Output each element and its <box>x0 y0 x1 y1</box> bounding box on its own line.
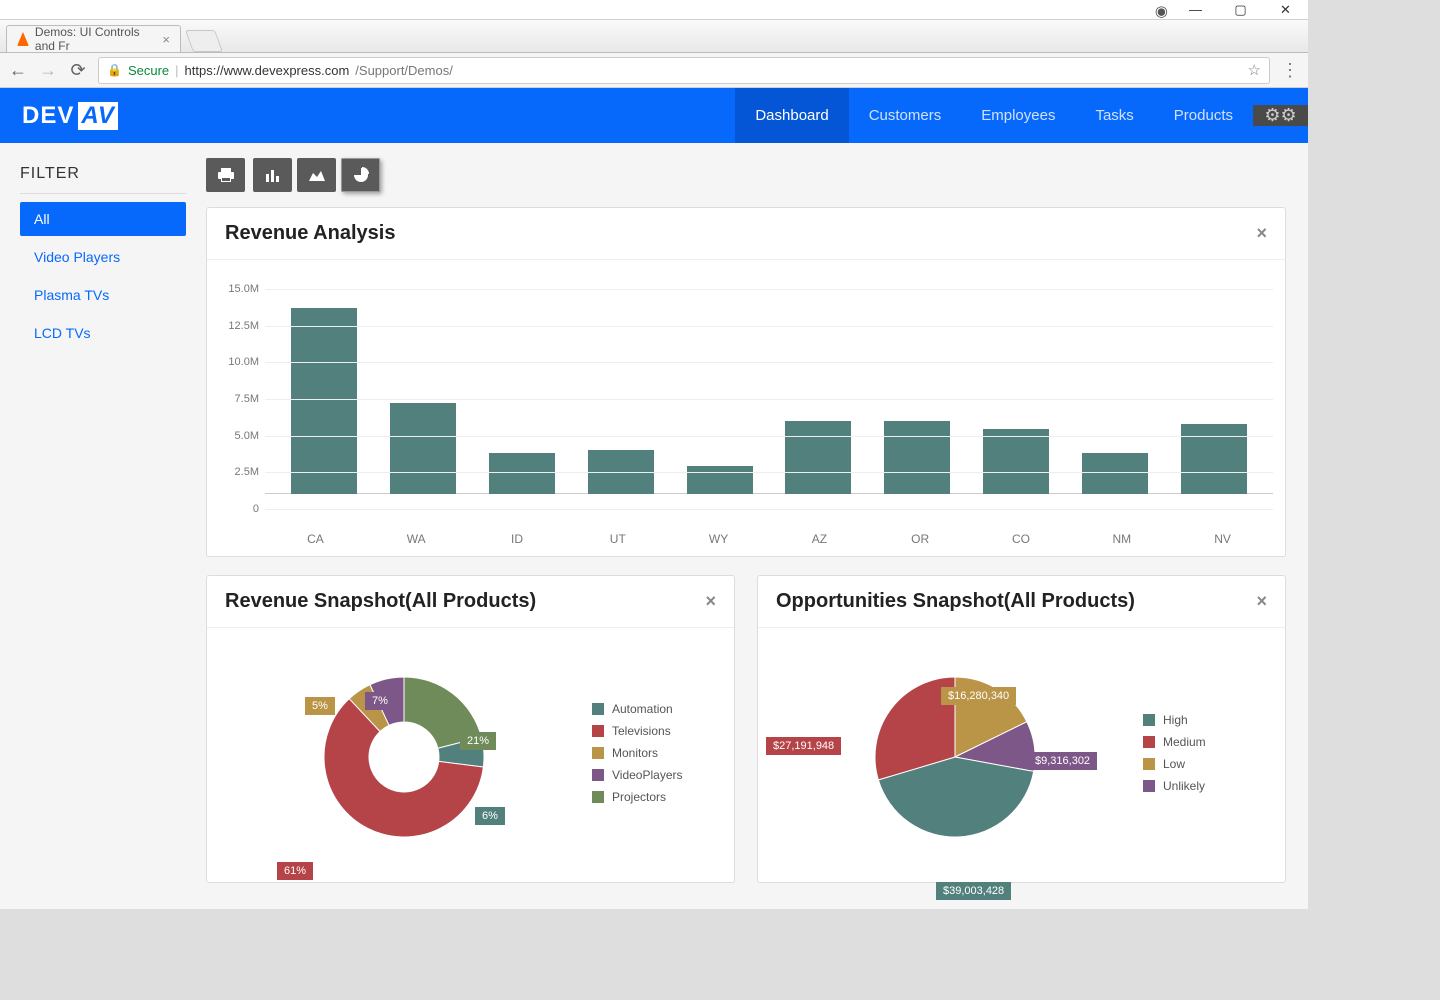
callout: $39,003,428 <box>936 882 1011 900</box>
nav-tasks[interactable]: Tasks <box>1075 88 1153 143</box>
pie-chart-icon <box>353 167 369 183</box>
bar-chart-icon <box>265 168 281 182</box>
top-nav: DashboardCustomersEmployeesTasksProducts <box>735 88 1253 143</box>
revenue-analysis-panel: Revenue Analysis × 02.5M5.0M7.5M10.0M12.… <box>206 207 1286 557</box>
close-window-button[interactable]: ✕ <box>1263 0 1308 20</box>
bar-wy <box>687 466 753 494</box>
callout: 7% <box>365 692 395 710</box>
panel-close-icon[interactable]: × <box>705 591 716 612</box>
secure-label: Secure <box>128 63 169 78</box>
donut-legend: AutomationTelevisionsMonitorsVideoPlayer… <box>592 702 722 812</box>
pie-chart-button[interactable] <box>341 158 380 192</box>
minimize-button[interactable]: — <box>1173 0 1218 20</box>
callout: $27,191,948 <box>766 737 841 755</box>
window-titlebar: ◉ — ▢ ✕ <box>0 0 1308 20</box>
address-bar: ← → ⟳ 🔒 Secure | https://www.devexpress.… <box>0 53 1308 88</box>
sidebar: FILTER All Video Players Plasma TVs LCD TVs <box>0 143 206 909</box>
browser-tab-strip: Demos: UI Controls and Fr × <box>0 20 1308 53</box>
favicon-icon <box>17 32 29 46</box>
filter-heading: FILTER <box>20 165 186 194</box>
maximize-button[interactable]: ▢ <box>1218 0 1263 20</box>
back-button[interactable]: ← <box>8 60 28 81</box>
nav-customers[interactable]: Customers <box>849 88 962 143</box>
omnibox[interactable]: 🔒 Secure | https://www.devexpress.com/Su… <box>98 57 1270 84</box>
nav-dashboard[interactable]: Dashboard <box>735 88 848 143</box>
new-tab-button[interactable] <box>185 30 223 52</box>
filter-all[interactable]: All <box>20 202 186 236</box>
url-path: /Support/Demos/ <box>355 63 453 78</box>
panel-title: Opportunities Snapshot(All Products) <box>776 590 1135 613</box>
revenue-snapshot-panel: Revenue Snapshot(All Products) × 21% 6% 61… <box>206 575 735 883</box>
callout: 61% <box>277 862 313 880</box>
bookmark-star-icon[interactable]: ☆ <box>1248 61 1261 79</box>
lock-icon: 🔒 <box>107 63 122 77</box>
tab-close-icon[interactable]: × <box>162 32 170 47</box>
reload-button[interactable]: ⟳ <box>68 60 88 81</box>
print-icon <box>217 167 235 183</box>
opportunities-snapshot-panel: Opportunities Snapshot(All Products) × $… <box>757 575 1286 883</box>
callout: 21% <box>460 732 496 750</box>
filter-list: All Video Players Plasma TVs LCD TVs <box>20 202 186 350</box>
bar-or <box>884 421 950 494</box>
bar-ca <box>291 308 357 494</box>
filter-lcd-tvs[interactable]: LCD TVs <box>20 316 186 350</box>
callout: $9,316,302 <box>1028 752 1097 770</box>
forward-button[interactable]: → <box>38 60 58 81</box>
callout: 5% <box>305 697 335 715</box>
revenue-bar-chart: 02.5M5.0M7.5M10.0M12.5M15.0M <box>215 274 1273 524</box>
browser-menu-icon[interactable]: ⋮ <box>1280 60 1300 81</box>
panel-title: Revenue Analysis <box>225 222 395 245</box>
nav-employees[interactable]: Employees <box>961 88 1075 143</box>
url-host: https://www.devexpress.com <box>185 63 350 78</box>
filter-plasma-tvs[interactable]: Plasma TVs <box>20 278 186 312</box>
area-chart-icon <box>308 168 326 182</box>
revenue-donut-chart: 21%6%61%5%7% <box>215 677 592 837</box>
main-area: Revenue Analysis × 02.5M5.0M7.5M10.0M12.… <box>206 143 1308 909</box>
app-header: DEVAV DashboardCustomersEmployeesTasksPr… <box>0 88 1308 143</box>
filter-video-players[interactable]: Video Players <box>20 240 186 274</box>
tab-title: Demos: UI Controls and Fr <box>35 25 156 53</box>
bar-chart-button[interactable] <box>253 158 292 192</box>
panel-close-icon[interactable]: × <box>1256 591 1267 612</box>
pie-legend: HighMediumLowUnlikely <box>1143 713 1273 801</box>
chart-toolbar <box>206 158 1286 192</box>
panel-title: Revenue Snapshot(All Products) <box>225 590 536 613</box>
opportunities-pie-chart: $16,280,340$9,316,302$39,003,428$27,191,… <box>766 677 1143 837</box>
bar-id <box>489 453 555 494</box>
panel-close-icon[interactable]: × <box>1256 223 1267 244</box>
bar-nv <box>1181 424 1247 494</box>
area-chart-button[interactable] <box>297 158 336 192</box>
callout: $16,280,340 <box>941 687 1016 705</box>
browser-tab[interactable]: Demos: UI Controls and Fr × <box>6 25 181 52</box>
bar-wa <box>390 403 456 494</box>
bar-nm <box>1082 453 1148 494</box>
nav-products[interactable]: Products <box>1154 88 1253 143</box>
callout: 6% <box>475 807 505 825</box>
print-button[interactable] <box>206 158 245 192</box>
profile-icon[interactable]: ◉ <box>1155 2 1168 20</box>
bar-co <box>983 429 1049 494</box>
settings-gear-icon[interactable]: ⚙⚙ <box>1253 105 1308 126</box>
app-logo: DEVAV <box>22 102 118 130</box>
bar-az <box>785 421 851 494</box>
